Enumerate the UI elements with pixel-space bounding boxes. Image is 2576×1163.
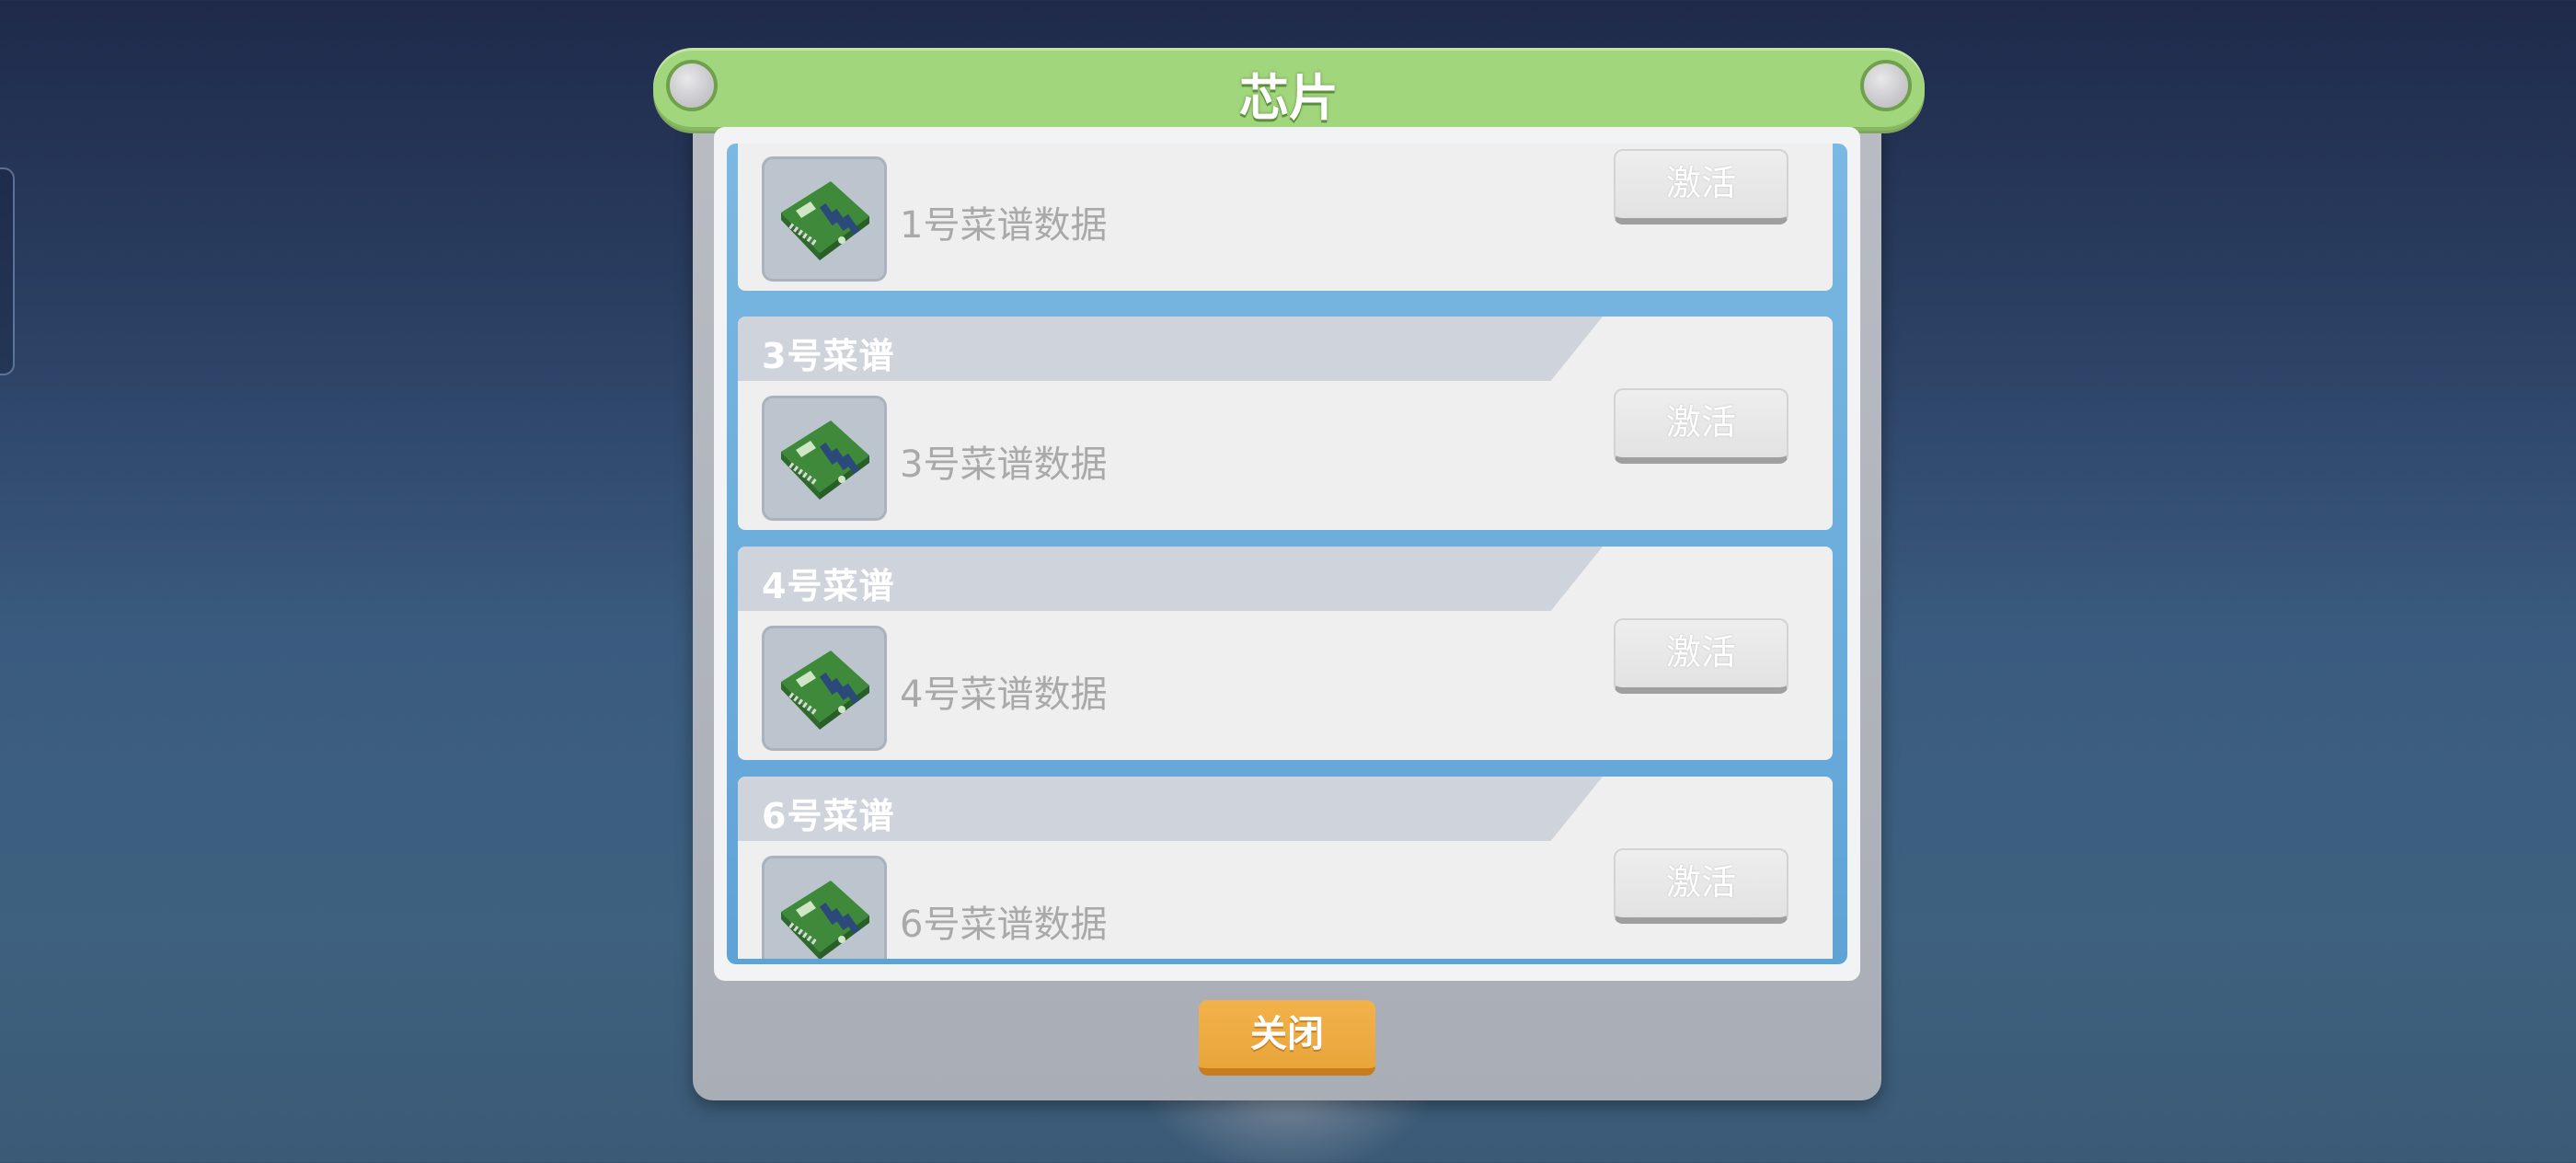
chip-card-title: 6号菜谱: [762, 796, 895, 836]
chip-card-description: 1号菜谱数据: [900, 204, 1108, 247]
chip-card: 6号菜谱 6号菜谱数据 激活: [738, 777, 1833, 959]
chip-card-description: 4号菜谱数据: [900, 674, 1108, 716]
activate-button[interactable]: 激活: [1614, 149, 1788, 225]
close-button[interactable]: 关闭: [1199, 1000, 1375, 1076]
chip-card-header: 3号菜谱: [738, 317, 1603, 381]
rivet-right-icon: [1860, 60, 1912, 111]
chip-board-icon: [762, 626, 887, 751]
chip-card: 4号菜谱 4号菜谱数据 激活: [738, 547, 1833, 760]
chip-card-description: 6号菜谱数据: [900, 904, 1108, 946]
dialog-title-bar: 芯片: [653, 48, 1925, 131]
chip-card-header: 4号菜谱: [738, 547, 1603, 611]
activate-button[interactable]: 激活: [1614, 388, 1788, 464]
chip-board-icon: [762, 856, 887, 959]
chip-board-icon: [762, 396, 887, 521]
activate-button[interactable]: 激活: [1614, 618, 1788, 694]
dialog-title: 芯片: [1239, 69, 1339, 127]
chip-card-description: 3号菜谱数据: [900, 443, 1108, 486]
chip-list-viewport: 1号菜谱数据 激活 3号菜谱 3号菜谱数据 激活 4号菜谱 4号菜谱数据 激活 …: [738, 144, 1836, 959]
side-drawer-tab[interactable]: [0, 167, 15, 375]
activate-button[interactable]: 激活: [1614, 848, 1788, 924]
chip-card: 3号菜谱 3号菜谱数据 激活: [738, 317, 1833, 530]
chip-card-header: 6号菜谱: [738, 777, 1603, 841]
chip-card-title: 4号菜谱: [762, 566, 895, 606]
chip-board-icon: [762, 156, 887, 282]
chip-card: 1号菜谱数据 激活: [738, 144, 1833, 291]
chip-card-title: 3号菜谱: [762, 336, 895, 376]
chip-list[interactable]: 1号菜谱数据 激活 3号菜谱 3号菜谱数据 激活 4号菜谱 4号菜谱数据 激活 …: [727, 144, 1847, 964]
